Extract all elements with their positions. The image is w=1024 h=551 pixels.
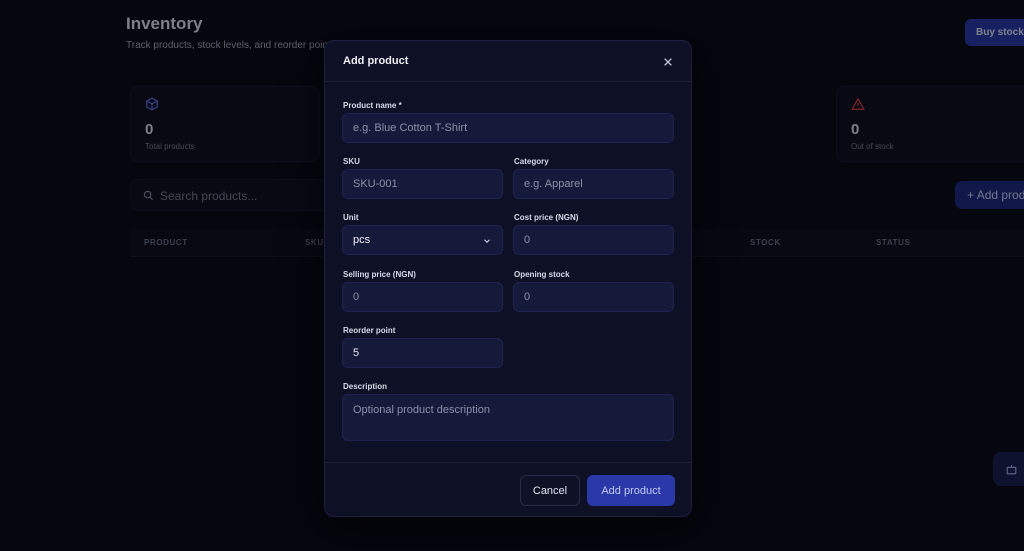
add-product-modal: Add product Product name * SKU Category … — [324, 40, 692, 517]
sku-input[interactable] — [342, 169, 503, 199]
cost-price-label: Cost price (NGN) — [514, 213, 579, 222]
product-name-label: Product name * — [343, 101, 402, 110]
cost-price-input[interactable] — [513, 225, 674, 255]
product-name-input[interactable] — [342, 113, 674, 143]
category-input[interactable] — [513, 169, 674, 199]
sku-label: SKU — [343, 157, 360, 166]
reorder-point-input[interactable] — [342, 338, 503, 368]
description-textarea[interactable] — [342, 394, 674, 441]
opening-stock-input[interactable] — [513, 282, 674, 312]
opening-stock-label: Opening stock — [514, 270, 570, 279]
reorder-point-label: Reorder point — [343, 326, 396, 335]
unit-label: Unit — [343, 213, 359, 222]
chevron-down-icon — [484, 239, 490, 243]
selling-price-input[interactable] — [342, 282, 503, 312]
modal-footer: Cancel Add product — [325, 462, 691, 518]
cancel-button[interactable]: Cancel — [520, 475, 580, 506]
unit-select[interactable]: pcs — [342, 225, 503, 255]
modal-title: Add product — [343, 55, 409, 67]
unit-selected-value: pcs — [353, 234, 371, 246]
close-icon[interactable] — [660, 54, 676, 70]
category-label: Category — [514, 157, 549, 166]
add-product-submit-button[interactable]: Add product — [587, 475, 675, 506]
description-label: Description — [343, 382, 388, 391]
selling-price-label: Selling price (NGN) — [343, 270, 416, 279]
modal-header: Add product — [325, 41, 691, 82]
